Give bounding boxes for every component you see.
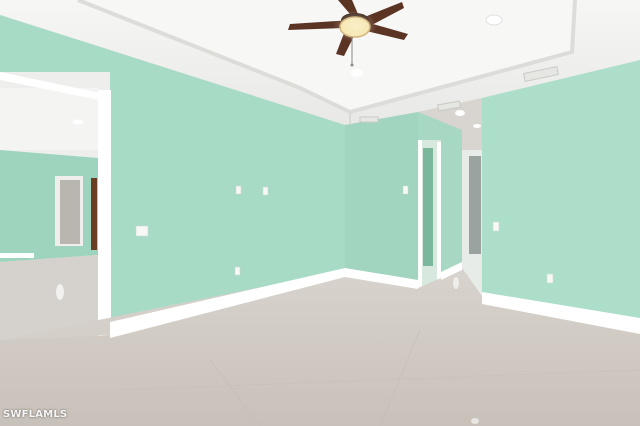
floor-reflection bbox=[471, 418, 479, 424]
wall-plate bbox=[135, 225, 149, 237]
room-photo: SWFLAMLS bbox=[0, 0, 640, 426]
light-switch bbox=[235, 185, 242, 195]
recessed-light bbox=[473, 124, 481, 128]
floor-reflection bbox=[56, 284, 64, 300]
recessed-light bbox=[351, 69, 363, 77]
light-switch bbox=[402, 185, 409, 195]
right-wall bbox=[482, 60, 640, 320]
recessed-light bbox=[73, 119, 83, 125]
center-wall bbox=[345, 112, 418, 288]
floor-reflection bbox=[453, 277, 459, 289]
light-switch bbox=[262, 186, 269, 196]
recessed-light bbox=[485, 14, 503, 26]
air-vent bbox=[359, 116, 379, 123]
light-switch bbox=[492, 221, 500, 232]
outlet bbox=[546, 273, 554, 284]
watermark: SWFLAMLS bbox=[3, 409, 68, 420]
room-scene bbox=[0, 0, 640, 426]
recessed-light bbox=[455, 110, 465, 116]
outlet bbox=[234, 266, 241, 276]
opening-frame bbox=[98, 90, 111, 340]
